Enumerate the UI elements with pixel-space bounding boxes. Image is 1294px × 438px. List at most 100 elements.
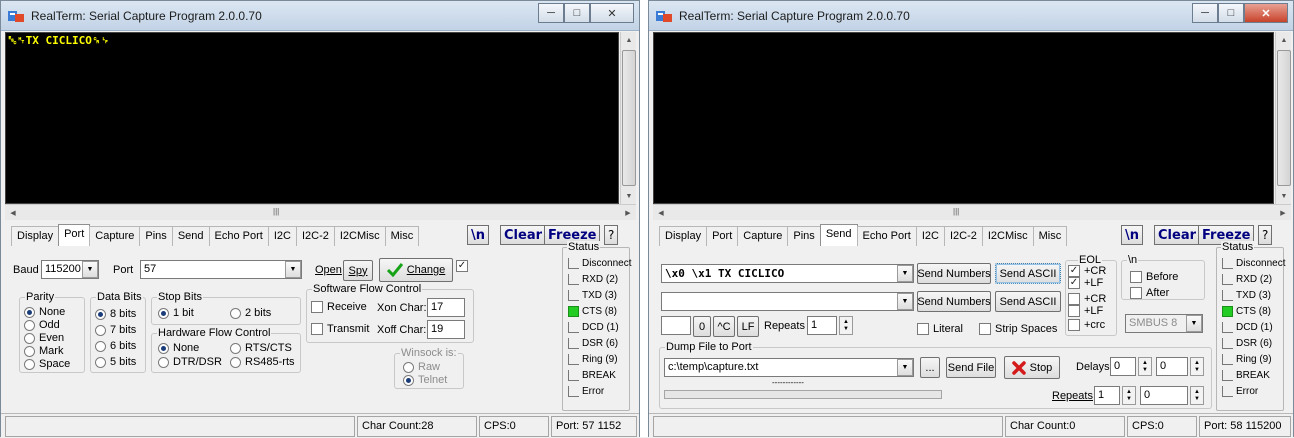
terminal-horizontal-scrollbar[interactable]: ◀ ||| ▶ xyxy=(5,204,636,220)
parity-none-radio[interactable]: None xyxy=(24,306,65,318)
close-button[interactable]: ✕ xyxy=(1244,3,1288,23)
stop-button[interactable]: Stop xyxy=(1004,356,1060,379)
tab-display[interactable]: Display xyxy=(11,226,60,246)
tab-i2cmisc[interactable]: I2CMisc xyxy=(333,226,386,246)
scroll-left-icon[interactable]: ◀ xyxy=(5,205,21,221)
parity-odd-radio[interactable]: Odd xyxy=(24,319,60,331)
dump-repeats-input-1[interactable]: 1 xyxy=(1094,386,1120,405)
terminal-display[interactable] xyxy=(653,32,1274,204)
tab-pins[interactable]: Pins xyxy=(139,226,173,246)
chevron-down-icon[interactable]: ▼ xyxy=(82,261,98,278)
tab-send[interactable]: Send xyxy=(171,226,210,246)
newline-button[interactable]: \n xyxy=(1121,225,1144,245)
scroll-thumb[interactable] xyxy=(622,50,636,186)
stopbits-2-radio[interactable]: 2 bits xyxy=(230,307,271,319)
tab-capture[interactable]: Capture xyxy=(737,226,789,246)
scroll-right-icon[interactable]: ▶ xyxy=(1275,205,1291,221)
tab-display[interactable]: Display xyxy=(659,226,708,246)
eol-lf-checkbox-2[interactable]: +LF xyxy=(1068,305,1103,317)
send-text-input-2[interactable] xyxy=(661,292,914,311)
port-select[interactable]: 57 xyxy=(140,260,302,279)
send-text-input-1[interactable]: \x0 \x1 TX CICLICO xyxy=(661,264,914,283)
clear-button[interactable]: Clear xyxy=(1154,225,1200,245)
sw-transmit-checkbox[interactable]: Transmit xyxy=(311,323,369,335)
databits-8-radio[interactable]: 8 bits xyxy=(95,308,136,320)
xon-char-input[interactable]: 17 xyxy=(427,298,465,317)
change-auto-checkbox[interactable]: ✓ xyxy=(456,260,472,272)
parity-even-radio[interactable]: Even xyxy=(24,332,64,344)
dump-repeats-spinner-1[interactable]: ▲ ▼ xyxy=(1122,386,1136,405)
eol-cr-checkbox-2[interactable]: +CR xyxy=(1068,293,1106,305)
parity-mark-radio[interactable]: Mark xyxy=(24,345,63,357)
tab-send[interactable]: Send xyxy=(819,224,858,246)
tab-misc[interactable]: Misc xyxy=(1032,226,1068,246)
minimize-button[interactable]: ─ xyxy=(1192,3,1218,23)
help-button[interactable]: ? xyxy=(1258,225,1273,245)
literal-checkbox[interactable]: Literal xyxy=(917,323,963,335)
strip-spaces-checkbox[interactable]: Strip Spaces xyxy=(979,323,1057,335)
tab-i2c-2[interactable]: I2C-2 xyxy=(943,226,983,246)
xoff-char-input[interactable]: 19 xyxy=(427,320,465,339)
before-checkbox[interactable]: Before xyxy=(1130,271,1178,283)
maximize-button[interactable]: □ xyxy=(1218,3,1244,23)
eol-cr-checkbox-1[interactable]: ✓ +CR xyxy=(1068,265,1106,277)
send-ascii-button-1[interactable]: Send ASCII xyxy=(995,263,1061,284)
repeats-spinner[interactable]: ▲ ▼ xyxy=(839,316,853,335)
newline-button[interactable]: \n xyxy=(467,225,490,245)
tab-echo-port[interactable]: Echo Port xyxy=(856,226,917,246)
send-numbers-button-2[interactable]: Send Numbers xyxy=(917,291,991,312)
scroll-thumb[interactable] xyxy=(1277,50,1291,186)
delay-input-2[interactable]: 0 xyxy=(1156,357,1188,376)
minimize-button[interactable]: ─ xyxy=(538,3,564,23)
scroll-down-icon[interactable]: ▼ xyxy=(1276,188,1292,204)
repeats-input[interactable]: 1 xyxy=(807,316,837,335)
after-checkbox[interactable]: After xyxy=(1130,287,1169,299)
lf-button[interactable]: LF xyxy=(737,316,759,337)
title-bar[interactable]: RealTerm: Serial Capture Program 2.0.0.7… xyxy=(649,1,1293,31)
chevron-down-icon[interactable]: ▼ xyxy=(897,265,913,282)
chevron-down-icon[interactable]: ▼ xyxy=(1186,315,1202,332)
scroll-right-icon[interactable]: ▶ xyxy=(620,205,636,221)
send-numbers-button-1[interactable]: Send Numbers xyxy=(917,263,991,284)
browse-button[interactable]: ... xyxy=(920,357,940,378)
tab-pins[interactable]: Pins xyxy=(787,226,821,246)
delay-spinner-2[interactable]: ▲ ▼ xyxy=(1190,357,1204,376)
open-button[interactable]: Open xyxy=(315,264,342,276)
spy-button[interactable]: Spy xyxy=(343,260,373,281)
terminal-horizontal-scrollbar[interactable]: ◀ ||| ▶ xyxy=(653,204,1291,220)
dump-repeats-input-2[interactable]: 0 xyxy=(1140,386,1188,405)
delay-spinner-1[interactable]: ▲ ▼ xyxy=(1138,357,1152,376)
ctrl-c-button[interactable]: ^C xyxy=(713,316,735,337)
number-input[interactable] xyxy=(661,316,691,335)
change-button[interactable]: Change xyxy=(379,258,453,282)
terminal-vertical-scrollbar[interactable]: ▲ ▼ xyxy=(620,32,636,204)
delay-input-1[interactable]: 0 xyxy=(1110,357,1136,376)
maximize-button[interactable]: □ xyxy=(564,3,590,23)
send-ascii-button-2[interactable]: Send ASCII xyxy=(995,291,1061,312)
chevron-down-icon[interactable]: ▼ xyxy=(285,261,301,278)
databits-7-radio[interactable]: 7 bits xyxy=(95,324,136,336)
tab-capture[interactable]: Capture xyxy=(89,226,141,246)
dump-repeats-spinner-2[interactable]: ▲ ▼ xyxy=(1190,386,1204,405)
winsock-raw-radio[interactable]: Raw xyxy=(403,361,440,373)
zero-button[interactable]: 0 xyxy=(693,316,711,337)
eol-lf-checkbox-1[interactable]: ✓ +LF xyxy=(1068,277,1103,289)
hwflow-none-radio[interactable]: None xyxy=(158,342,199,354)
sw-receive-checkbox[interactable]: Receive xyxy=(311,301,367,313)
tab-i2c-2[interactable]: I2C-2 xyxy=(295,226,335,246)
clear-button[interactable]: Clear xyxy=(500,225,546,245)
help-button[interactable]: ? xyxy=(604,225,619,245)
parity-space-radio[interactable]: Space xyxy=(24,358,70,370)
tab-misc[interactable]: Misc xyxy=(384,226,420,246)
hwflow-rtscts-radio[interactable]: RTS/CTS xyxy=(230,342,292,354)
chevron-down-icon[interactable]: ▼ xyxy=(897,359,913,376)
hwflow-dtrdsr-radio[interactable]: DTR/DSR xyxy=(158,356,222,368)
terminal-vertical-scrollbar[interactable]: ▲ ▼ xyxy=(1275,32,1291,204)
chevron-down-icon[interactable]: ▼ xyxy=(897,293,913,310)
hwflow-rs485-radio[interactable]: RS485-rts xyxy=(230,356,295,368)
dump-file-input[interactable]: c:\temp\capture.txt xyxy=(664,358,914,377)
tab-port[interactable]: Port xyxy=(58,224,91,246)
title-bar[interactable]: RealTerm: Serial Capture Program 2.0.0.7… xyxy=(1,1,639,31)
eol-crc-checkbox[interactable]: +crc xyxy=(1068,319,1105,331)
scroll-up-icon[interactable]: ▲ xyxy=(1276,32,1292,48)
